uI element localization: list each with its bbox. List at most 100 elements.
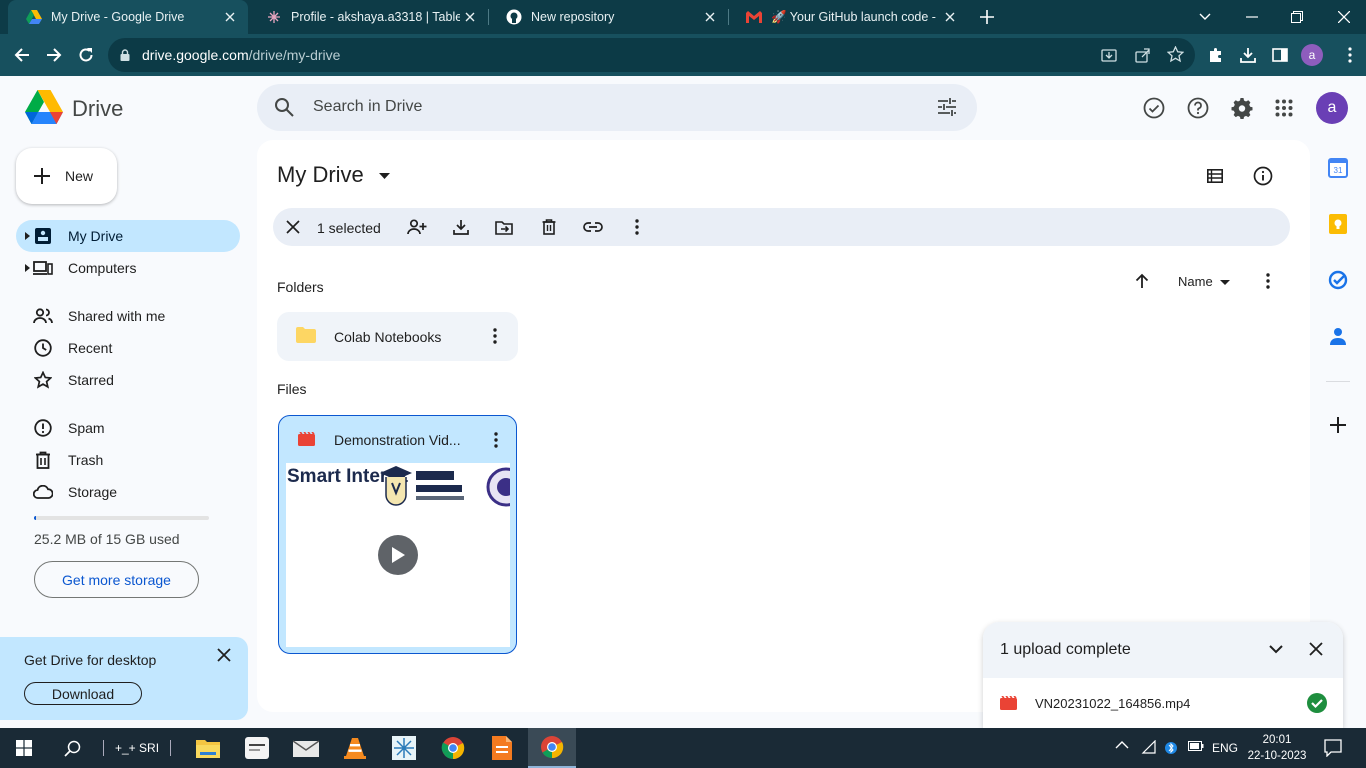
bookmark-star-icon[interactable] [1167, 46, 1184, 63]
collapse-chevron-icon[interactable] [1266, 639, 1286, 659]
downloads-icon[interactable] [1236, 43, 1260, 67]
sidebar-item-trash[interactable]: Trash [16, 444, 240, 476]
sticky-app-icon[interactable] [233, 728, 281, 768]
share-icon[interactable] [1135, 47, 1151, 63]
tasks-icon[interactable] [1327, 269, 1349, 291]
tab-new-repository[interactable]: New repository [488, 0, 728, 34]
clear-selection-icon[interactable] [283, 217, 303, 237]
tab-tableau[interactable]: Profile - akshaya.a3318 | Tableau [248, 0, 488, 34]
apps-grid-icon[interactable] [1272, 96, 1296, 120]
menu-kebab-icon[interactable] [1338, 43, 1362, 67]
more-actions-icon[interactable] [627, 217, 647, 237]
system-clock[interactable]: 20:01 22-10-2023 [1244, 732, 1310, 764]
sidebar-item-spam[interactable]: Spam [16, 412, 240, 444]
start-windows-icon[interactable] [0, 728, 48, 768]
tab-google-drive[interactable]: My Drive - Google Drive [8, 0, 248, 34]
search-input[interactable]: Search in Drive [313, 98, 422, 116]
sidebar-item-recent[interactable]: Recent [16, 332, 240, 364]
settings-gear-icon[interactable] [1230, 96, 1254, 120]
chrome-active-icon[interactable] [528, 728, 576, 768]
download-button[interactable]: Download [24, 682, 142, 705]
battery-icon[interactable] [1188, 740, 1204, 752]
close-icon[interactable] [214, 645, 234, 665]
help-icon[interactable] [1186, 96, 1210, 120]
vlc-icon[interactable] [331, 728, 379, 768]
sort-by-button[interactable]: Name [1178, 274, 1213, 289]
tab-gmail[interactable]: 🚀 Your GitHub launch code - a [728, 0, 968, 34]
play-button[interactable] [378, 535, 418, 575]
close-icon[interactable] [460, 7, 480, 27]
bluetooth-icon[interactable] [1165, 740, 1177, 756]
video-thumbnail[interactable]: Smart Internz [286, 463, 510, 647]
uploaded-file-name[interactable]: VN20231022_164856.mp4 [1035, 696, 1190, 711]
folders-more-icon[interactable] [1258, 271, 1278, 291]
more-options-icon[interactable] [485, 326, 505, 346]
close-icon[interactable] [700, 7, 720, 27]
minimize-button[interactable] [1240, 5, 1264, 29]
address-bar[interactable]: drive.google.com/drive/my-drive [108, 38, 1195, 72]
sidebar-item-shared-with-me[interactable]: Shared with me [16, 300, 240, 332]
download-icon[interactable] [451, 217, 471, 237]
taskbar-search-icon[interactable] [48, 728, 96, 768]
close-icon[interactable] [940, 7, 960, 27]
input-language[interactable]: ENG [1212, 741, 1238, 755]
account-avatar[interactable]: a [1316, 92, 1348, 124]
calendar-icon[interactable]: 31 [1327, 157, 1349, 179]
side-panel-icon[interactable] [1268, 43, 1292, 67]
get-more-storage-button[interactable]: Get more storage [34, 561, 199, 598]
show-hidden-icons-icon[interactable] [1115, 740, 1129, 750]
profile-avatar[interactable]: a [1301, 44, 1323, 66]
expand-caret-icon[interactable] [25, 232, 30, 240]
new-tab-button[interactable] [976, 6, 998, 28]
keep-icon[interactable] [1327, 213, 1349, 235]
file-card[interactable]: Demonstration Vid... Smart Internz [278, 415, 517, 654]
search-options-icon[interactable] [937, 97, 957, 117]
add-addon-icon[interactable] [1327, 414, 1349, 436]
sort-dropdown-icon[interactable] [1220, 280, 1230, 285]
info-icon[interactable] [1251, 164, 1275, 188]
sidebar-item-my-drive[interactable]: My Drive [16, 220, 240, 252]
folder-card[interactable]: Colab Notebooks [277, 312, 518, 361]
chrome-icon[interactable] [429, 728, 477, 768]
mail-icon[interactable] [282, 728, 330, 768]
title-dropdown-icon[interactable] [379, 173, 390, 179]
files-heading: Files [277, 381, 307, 397]
new-button[interactable]: New [16, 148, 117, 204]
url-text: drive.google.com/drive/my-drive [142, 47, 340, 63]
file-explorer-icon[interactable] [184, 728, 232, 768]
wifi-icon[interactable] [1140, 740, 1156, 754]
forward-button[interactable] [42, 43, 66, 67]
restore-button[interactable] [1285, 5, 1309, 29]
offline-ready-icon[interactable] [1142, 96, 1166, 120]
drive-logo-icon[interactable] [25, 90, 63, 124]
url-domain: drive.google.com [142, 47, 249, 63]
taskbar-search-text[interactable]: +_+ SRI [115, 741, 159, 755]
move-icon[interactable] [494, 217, 514, 237]
share-person-add-icon[interactable] [407, 217, 427, 237]
side-panel-divider [1326, 381, 1350, 382]
app-grid-icon[interactable] [380, 728, 428, 768]
close-window-button[interactable] [1332, 5, 1356, 29]
expand-caret-icon[interactable] [25, 264, 30, 272]
more-options-icon[interactable] [486, 430, 506, 450]
copy-link-icon[interactable] [583, 217, 603, 237]
sort-direction-icon[interactable] [1133, 272, 1151, 290]
search-icon[interactable] [274, 97, 294, 117]
notifications-icon[interactable] [1324, 739, 1342, 757]
trash-icon[interactable] [539, 217, 559, 237]
sidebar-item-starred[interactable]: Starred [16, 364, 240, 396]
close-icon[interactable] [1306, 639, 1326, 659]
sidebar-item-computers[interactable]: Computers [16, 252, 240, 284]
extensions-icon[interactable] [1204, 43, 1228, 67]
list-view-icon[interactable] [1203, 164, 1227, 188]
contacts-icon[interactable] [1327, 325, 1349, 347]
install-app-icon[interactable] [1101, 47, 1117, 63]
search-bar[interactable]: Search in Drive [257, 84, 977, 131]
document-app-icon[interactable] [478, 728, 526, 768]
sidebar-item-storage[interactable]: Storage [16, 476, 240, 508]
page-title[interactable]: My Drive [277, 162, 364, 188]
back-button[interactable] [10, 43, 34, 67]
close-icon[interactable] [220, 7, 240, 27]
tab-search-chevron-icon[interactable] [1193, 5, 1217, 29]
reload-button[interactable] [74, 43, 98, 67]
